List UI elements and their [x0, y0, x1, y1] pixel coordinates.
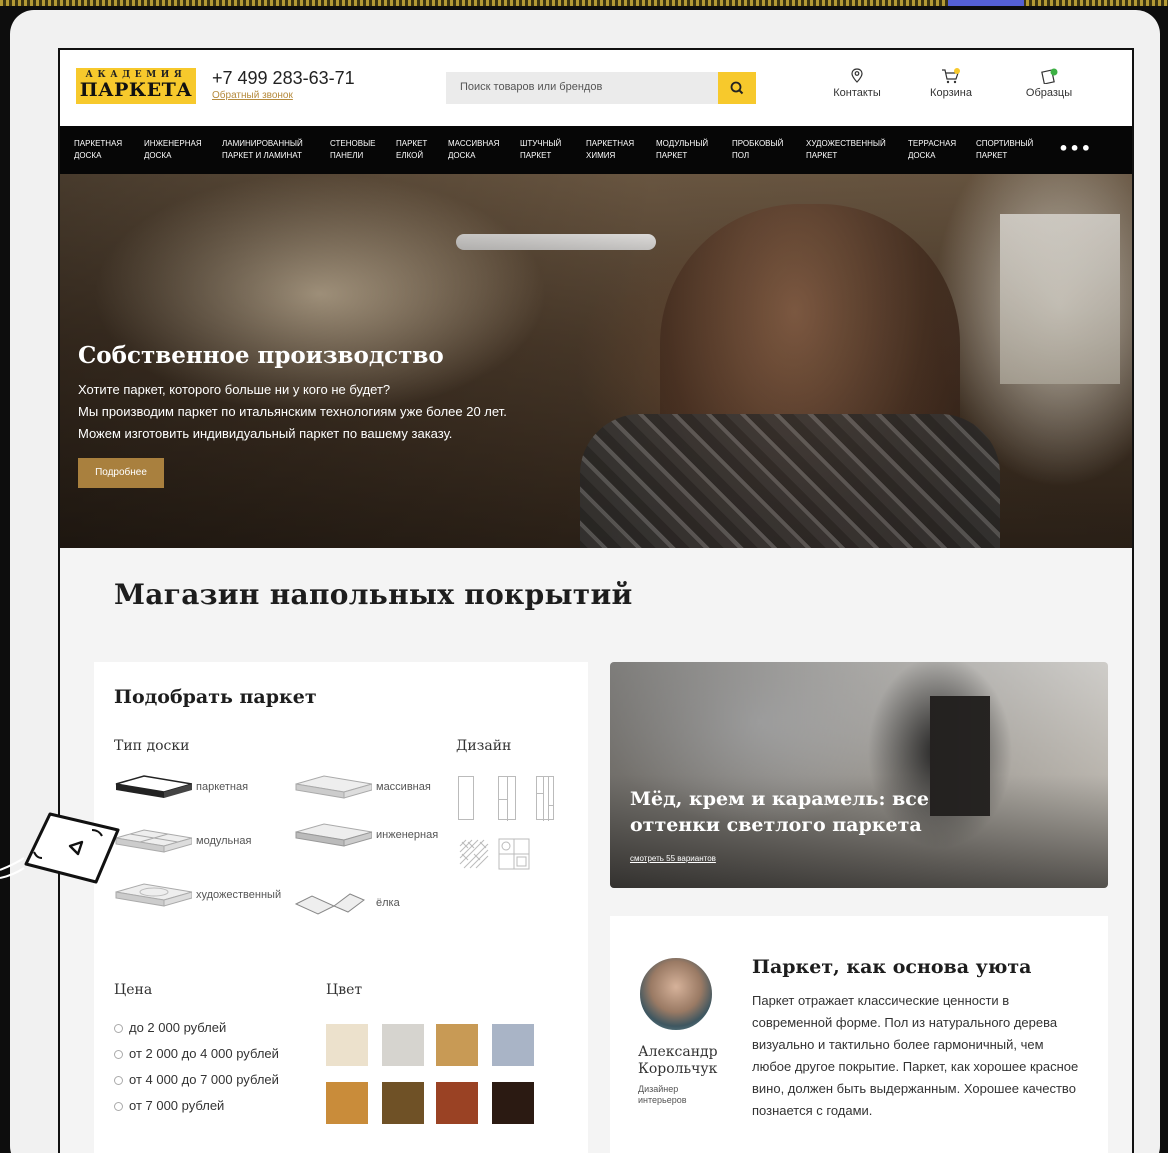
play-card-doodle-icon	[0, 812, 120, 884]
nav-item-parquet-chemistry[interactable]: паркетная химия	[586, 138, 644, 162]
radio-icon	[114, 1076, 123, 1085]
hero-more-button[interactable]: Подробнее	[78, 458, 164, 488]
price-option-label: до 2 000 рублей	[129, 1020, 227, 1035]
header: АКАДЕМИЯ ПАРКЕТА +7 499 283-63-71 Обратн…	[60, 50, 1132, 126]
price-option-label: от 7 000 рублей	[129, 1098, 225, 1113]
herringbone-board-icon	[294, 893, 365, 915]
nav-item-solid-board[interactable]: массивная доска	[448, 138, 510, 162]
site-frame: АКАДЕМИЯ ПАРКЕТА +7 499 283-63-71 Обратн…	[58, 48, 1134, 1153]
color-swatch-5[interactable]	[326, 1082, 368, 1124]
logo[interactable]: АКАДЕМИЯ ПАРКЕТА	[76, 68, 196, 104]
parquet-picker: Подобрать паркет Тип доски Дизайн паркет…	[94, 662, 588, 1153]
quote-title: Паркет, как основа уюта	[752, 956, 1032, 978]
search-icon	[730, 81, 744, 95]
design-plank-icon[interactable]	[458, 776, 474, 820]
board-label-engineered: инженерная	[376, 829, 439, 841]
nav-item-terrace-board[interactable]: террасная доска	[908, 138, 964, 162]
radio-icon	[114, 1102, 123, 1111]
nav-item-herringbone[interactable]: паркет елкой	[396, 138, 438, 162]
cart-label: Корзина	[930, 87, 972, 99]
color-swatch-6[interactable]	[382, 1082, 424, 1124]
designer-role: Дизайнер интерьеров	[638, 1084, 687, 1105]
nav-item-wall-panels[interactable]: стеновые панели	[330, 138, 384, 162]
color-swatch-3[interactable]	[436, 1024, 478, 1066]
board-label-modular: модульная	[196, 835, 252, 847]
designer-name: Александр Корольчук	[638, 1044, 718, 1077]
nav-item-laminate[interactable]: ламинированный паркет и ламинат	[222, 138, 320, 162]
price-option-1[interactable]: до 2 000 рублей	[114, 1020, 226, 1035]
contacts-label: Контакты	[833, 87, 881, 99]
board-type-heading: Тип доски	[114, 738, 190, 754]
radio-icon	[114, 1024, 123, 1033]
hero-title: Собственное производство	[78, 342, 444, 369]
hero-text-line-1: Хотите паркет, которого больше ни у кого…	[78, 382, 391, 397]
radio-icon	[114, 1050, 123, 1059]
price-option-3[interactable]: от 4 000 до 7 000 рублей	[114, 1072, 279, 1087]
nav-item-engineered-board[interactable]: инженерная доска	[144, 138, 208, 162]
hero-banner: Собственное производство Хотите паркет, …	[60, 174, 1132, 548]
color-swatch-2[interactable]	[382, 1024, 424, 1066]
samples-icon	[1041, 68, 1058, 84]
nav-item-piece-parquet[interactable]: штучный паркет	[520, 138, 574, 162]
board-label-parquet: паркетная	[196, 781, 249, 793]
hero-text-line-2: Мы производим паркет по итальянским техн…	[78, 404, 507, 419]
feature-card[interactable]: Мёд, крем и карамель: все оттенки светло…	[610, 662, 1108, 888]
nav-item-modular-parquet[interactable]: модульный паркет	[656, 138, 722, 162]
feature-link[interactable]: смотреть 55 вариантов	[630, 854, 716, 863]
nav-item-parquet-board[interactable]: паркетная доска	[74, 138, 134, 162]
cart-link[interactable]: Корзина	[916, 68, 986, 99]
price-option-label: от 2 000 до 4 000 рублей	[129, 1046, 279, 1061]
contacts-link[interactable]: Контакты	[822, 68, 892, 99]
color-swatch-7[interactable]	[436, 1082, 478, 1124]
page-title: Магазин напольных покрытий	[114, 578, 633, 611]
design-double-plank-icon[interactable]	[498, 776, 516, 821]
board-label-herringbone: ёлка	[376, 897, 400, 909]
design-modular-icon[interactable]	[498, 838, 530, 870]
search-input[interactable]: Поиск товаров или брендов	[460, 81, 602, 93]
search-bar[interactable]: Поиск товаров или брендов	[446, 72, 756, 104]
color-swatch-8[interactable]	[492, 1082, 534, 1124]
color-heading: Цвет	[326, 982, 363, 998]
top-strip	[0, 0, 1168, 6]
price-heading: Цена	[114, 982, 153, 998]
samples-link[interactable]: Образцы	[1014, 68, 1084, 99]
logo-main-text: ПАРКЕТА	[79, 79, 193, 101]
parquet-board-icon	[115, 775, 192, 798]
designer-quote-card: Александр Корольчук Дизайнер интерьеров …	[610, 916, 1108, 1153]
category-nav: паркетная доска инженерная доска ламинир…	[60, 126, 1132, 174]
price-option-4[interactable]: от 7 000 рублей	[114, 1098, 224, 1113]
color-swatch-4[interactable]	[492, 1024, 534, 1066]
nav-item-cork-floor[interactable]: пробковый пол	[732, 138, 794, 162]
cart-icon	[942, 68, 960, 84]
nav-more-icon[interactable]: •••	[1058, 139, 1092, 158]
design-multi-plank-icon[interactable]	[536, 776, 554, 821]
engineered-board-icon	[295, 823, 372, 847]
top-strip-highlight	[948, 0, 1024, 6]
price-option-2[interactable]: от 2 000 до 4 000 рублей	[114, 1046, 279, 1061]
feature-title: Мёд, крем и карамель: все оттенки светло…	[630, 788, 929, 836]
avatar	[638, 956, 714, 1032]
board-label-solid: массивная	[376, 781, 431, 793]
quote-text: Паркет отражает классические ценности в …	[752, 993, 1079, 1118]
location-pin-icon	[851, 68, 863, 83]
site: АКАДЕМИЯ ПАРКЕТА +7 499 283-63-71 Обратн…	[60, 50, 1132, 1153]
callback-link[interactable]: Обратный звонок	[212, 90, 293, 101]
color-swatch-1[interactable]	[326, 1024, 368, 1066]
design-herringbone-icon[interactable]	[458, 838, 490, 870]
phone-number[interactable]: +7 499 283-63-71	[212, 68, 355, 89]
solid-board-icon	[295, 775, 372, 799]
design-heading: Дизайн	[456, 738, 512, 754]
search-button[interactable]	[718, 72, 756, 104]
board-label-art: художественный	[196, 889, 282, 901]
nav-item-art-parquet[interactable]: художественный паркет	[806, 138, 896, 162]
samples-label: Образцы	[1025, 87, 1073, 99]
nav-item-sport-parquet[interactable]: спортивный паркет	[976, 138, 1046, 162]
hero-text-line-3: Можем изготовить индивидуальный паркет п…	[78, 426, 453, 441]
price-option-label: от 4 000 до 7 000 рублей	[129, 1072, 279, 1087]
picker-title: Подобрать паркет	[114, 686, 317, 708]
